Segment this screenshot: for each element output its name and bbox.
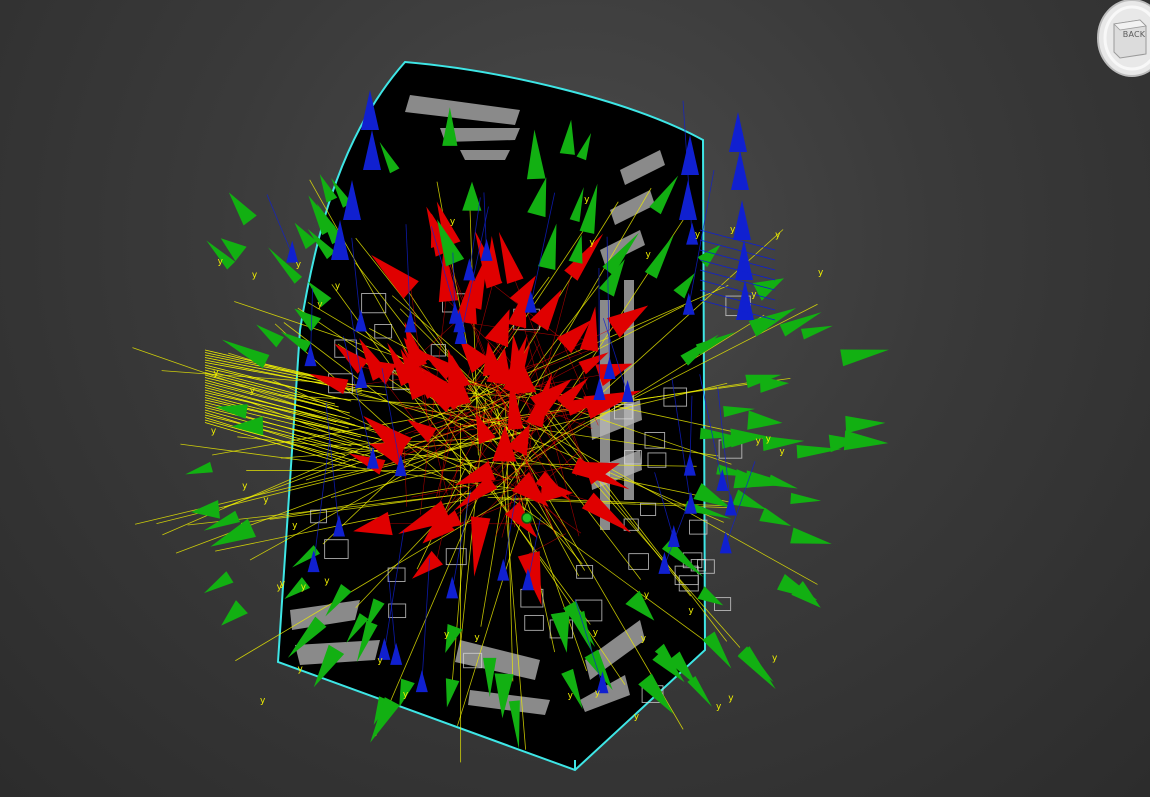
- normal-axis-label: y: [716, 702, 722, 712]
- viewcube-icon[interactable]: [1090, 0, 1150, 78]
- normal-axis-label: y: [695, 230, 701, 240]
- helper-z-cone: [729, 112, 747, 152]
- helper-normal-cone: [185, 461, 213, 475]
- normal-axis-label: y: [377, 656, 383, 666]
- normal-axis-label: y: [250, 386, 256, 396]
- helper-normal-cone: [843, 430, 889, 451]
- helper-normal-cone: [702, 631, 732, 669]
- helper-normal-cone: [730, 428, 767, 448]
- normal-axis-label: y: [779, 447, 785, 457]
- normal-axis-label: y: [766, 434, 772, 444]
- helper-normal-cone: [845, 415, 886, 434]
- normal-axis-label: y: [818, 268, 824, 278]
- normal-axis-label: y: [593, 628, 599, 638]
- helper-normal-cone: [747, 410, 783, 430]
- normal-axis-label: y: [568, 691, 574, 701]
- normal-axis-label: y: [755, 437, 761, 447]
- normal-axis-label: y: [730, 225, 736, 235]
- helper-normal-cone: [370, 697, 400, 743]
- normal-axis-label: y: [772, 653, 778, 663]
- helper-z-cone: [733, 200, 751, 240]
- helper-normal-cone: [759, 375, 789, 393]
- normal-axis-label: y: [296, 260, 302, 270]
- normal-axis-label: y: [584, 195, 590, 205]
- helper-normal-cone: [840, 349, 889, 367]
- helper-normal-cone: [221, 600, 248, 626]
- helper-z-cone: [731, 150, 749, 190]
- helper-z-line: [266, 194, 293, 255]
- normal-axis-label: y: [634, 712, 640, 722]
- normal-axis-label: y: [324, 577, 330, 587]
- viewcube-back-face[interactable]: BACK: [1117, 30, 1150, 39]
- normal-axis-label: y: [260, 696, 266, 706]
- normal-axis-label: y: [301, 582, 307, 592]
- normal-axis-label: y: [646, 250, 652, 260]
- normal-axis-label: y: [589, 238, 595, 248]
- helper-normal-cone: [800, 325, 833, 340]
- perspective-viewport[interactable]: yyyyyyyyyyyyyyyyyyyyyyyyyyyyyyyyyyyyyyyy…: [0, 0, 1150, 797]
- normal-axis-label: y: [213, 369, 219, 379]
- helper-normal-cone: [732, 489, 767, 510]
- normal-axis-label: y: [218, 257, 224, 267]
- normal-axis-label: y: [728, 694, 734, 704]
- normal-axis-label: y: [595, 688, 601, 698]
- normal-axis-label: y: [403, 690, 409, 700]
- normal-axis-label: y: [444, 630, 450, 640]
- normal-axis-label: y: [292, 521, 298, 531]
- normal-axis-label: y: [450, 217, 456, 227]
- mesh-texture-stripe: [460, 150, 510, 160]
- normal-axis-label: y: [474, 633, 480, 643]
- normal-axis-label: y: [751, 290, 757, 300]
- pivot-point-icon: [521, 512, 533, 524]
- normal-axis-label: y: [242, 481, 248, 491]
- helper-normal-cone: [231, 416, 264, 436]
- helper-normal-cone: [790, 492, 822, 505]
- normal-axis-label: y: [775, 231, 781, 241]
- normal-axis-label: y: [252, 271, 258, 281]
- normal-axis-label: y: [297, 664, 303, 674]
- helper-normal-cone: [790, 527, 832, 544]
- normal-axis-label: y: [277, 583, 283, 593]
- helper-z-cone: [719, 531, 732, 554]
- helper-normal-cone: [228, 192, 257, 226]
- helper-normal-cone: [759, 507, 792, 527]
- normal-axis-label: y: [317, 300, 323, 310]
- scene-canvas[interactable]: yyyyyyyyyyyyyyyyyyyyyyyyyyyyyyyyyyy yyyyy…: [0, 0, 1150, 797]
- normal-axis-label: y: [211, 426, 217, 436]
- normal-axis-label: y: [335, 282, 341, 292]
- normal-axis-label: y: [688, 606, 694, 616]
- helper-normal-cone: [752, 278, 785, 301]
- normal-axis-label: y: [641, 634, 647, 644]
- helper-normal-cone: [221, 339, 270, 369]
- helper-normal-cone: [204, 571, 234, 594]
- helper-normal-cone: [737, 646, 774, 683]
- normal-axis-label: y: [644, 591, 650, 601]
- normal-axis-label: y: [263, 496, 269, 506]
